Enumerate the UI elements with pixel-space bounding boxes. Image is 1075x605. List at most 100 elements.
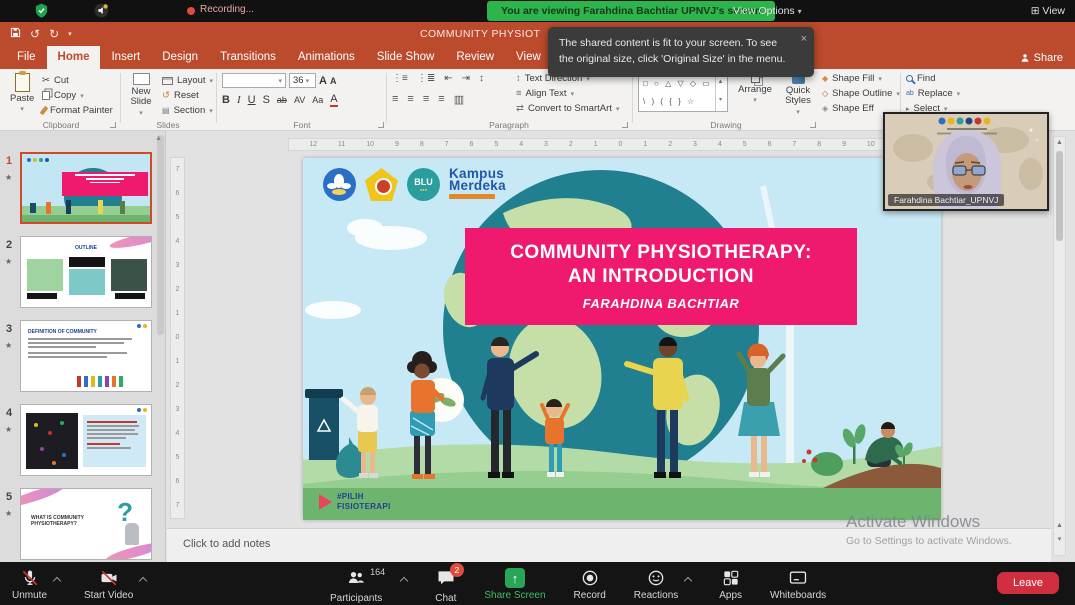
shapes-gallery-scroll[interactable]: ▲▾⊞ [715,73,727,112]
notes-pane[interactable]: Click to add notes [167,528,1051,562]
paragraph-dialog-launcher[interactable] [622,122,628,128]
align-center-button[interactable]: ≡ [407,93,413,106]
share-button[interactable]: Share [1020,46,1063,69]
copy-button[interactable]: Copy ▾ [42,88,113,103]
tab-slide-show[interactable]: Slide Show [366,46,446,69]
thumbnail-scrollbar[interactable] [157,135,164,335]
undo-icon[interactable]: ↺ [30,27,40,41]
change-case-button[interactable]: Aa [312,95,323,105]
section-button[interactable]: ▤Section ▾ [162,103,213,118]
reactions-button[interactable]: Reactions [634,568,678,601]
tab-transitions[interactable]: Transitions [209,46,287,69]
previous-slide-icon[interactable]: ▲ [1054,522,1065,529]
save-icon[interactable] [10,27,21,41]
align-text-button[interactable]: ≡Align Text ▾ [516,86,619,101]
slide-thumbnail-2[interactable]: OUTLINE [20,236,152,308]
slide-scrollbar[interactable]: ▲ ▲ ▾ [1053,136,1066,556]
new-slide-icon [133,73,150,85]
scroll-up-icon[interactable]: ▲ [1054,139,1065,146]
close-icon[interactable]: × [801,31,807,48]
blu-logo: BLU●●● [407,168,440,201]
kampus-merdeka-underline [449,194,495,199]
tab-file[interactable]: File [6,46,47,69]
shape-outline-button[interactable]: ◇Shape Outline ▾ [822,86,900,101]
slide-thumbnail-5[interactable]: WHAT IS COMMUNITY PHYSIOTHERAPY? ? [20,488,152,560]
justify-button[interactable]: ≡ [438,93,444,106]
qat-customize-icon[interactable]: ▾ [68,30,72,38]
record-button[interactable]: Record [574,568,606,604]
redo-icon[interactable]: ↻ [49,27,59,41]
bold-button[interactable]: B [222,94,230,106]
participants-button[interactable]: 164 Participants [330,568,382,604]
clipboard-dialog-launcher[interactable] [110,122,116,128]
find-button[interactable]: Find [906,71,960,86]
share-screen-button[interactable]: ↑ Share Screen [484,568,545,604]
align-left-button[interactable]: ≡ [392,93,398,106]
tab-design[interactable]: Design [151,46,209,69]
view-options-menu[interactable]: View Options ▾ [733,0,802,22]
tab-view[interactable]: View [505,46,552,69]
apps-button[interactable]: Apps [719,568,742,604]
reactions-options-chevron[interactable] [684,577,692,585]
character-spacing-button[interactable]: AV [294,95,305,105]
underline-button[interactable]: U [248,94,256,106]
font-size-input[interactable]: 36▾ [289,73,316,88]
participants-options-chevron[interactable] [400,577,408,585]
unmute-button[interactable]: Unmute [12,568,47,601]
slide-title-banner[interactable]: COMMUNITY PHYSIOTHERAPY: AN INTRODUCTION… [465,228,857,325]
tab-home[interactable]: Home [47,46,101,69]
arrange-button[interactable]: Arrange▾ [734,74,776,105]
layout-icon [162,77,173,85]
next-slide-icon[interactable]: ▾ [1054,535,1065,543]
convert-smartart-button[interactable]: ⇄Convert to SmartArt ▾ [516,101,619,116]
layout-button[interactable]: Layout ▾ [162,73,213,88]
quick-styles-button[interactable]: Quick Styles▾ [778,74,818,117]
font-dialog-launcher[interactable] [378,122,384,128]
reset-button[interactable]: ↺Reset [162,88,213,103]
font-color-button[interactable]: A [330,93,337,107]
chat-button[interactable]: 2 Chat [435,568,456,604]
format-painter-button[interactable]: Format Painter [42,103,113,118]
shape-fill-button[interactable]: ◆Shape Fill ▾ [822,71,900,86]
whiteboards-button[interactable]: Whiteboards [770,568,826,604]
view-button[interactable]: ⊞ View [1031,0,1065,22]
cut-button[interactable]: ✂Cut [42,73,113,88]
align-right-button[interactable]: ≡ [423,93,429,106]
drawing-dialog-launcher[interactable] [810,122,816,128]
scrollbar-thumb[interactable] [1056,151,1063,241]
replace-button[interactable]: abReplace ▾ [906,86,960,101]
tab-animations[interactable]: Animations [287,46,366,69]
increase-indent-button[interactable]: ⇥ [462,73,470,84]
grow-font-button[interactable]: A [319,75,327,87]
zoom-meeting-screen: Recording... You are viewing Farahdina B… [0,0,1075,605]
tab-review[interactable]: Review [445,46,505,69]
font-name-input[interactable]: ▾ [222,73,286,88]
new-slide-button[interactable]: New Slide▾ [124,73,158,118]
italic-button[interactable]: I [237,94,241,106]
start-video-button[interactable]: Start Video [84,568,133,601]
thumbnail-number: 1 [6,155,12,167]
strikethrough-button[interactable]: ab [277,95,287,105]
slide-thumbnail-1[interactable] [20,152,152,224]
text-shadow-button[interactable]: S [263,94,270,106]
participants-icon [346,568,366,588]
slide-thumbnail-4[interactable] [20,404,152,476]
presenter-webcam[interactable]: Farahdina Bachtiar_UPNVJ [883,112,1049,211]
encryption-shield-icon [34,3,49,23]
slide-canvas[interactable]: BLU●●● Kampus Merdeka COMMUNITY PHYSIOTH… [303,158,941,520]
line-spacing-button[interactable]: ↕ [479,73,484,84]
shapes-gallery[interactable]: □ ○ △ ▽ ◇ ▭ \ ) ( { } ☆ ▲▾⊞ [638,72,728,112]
leave-button[interactable]: Leave [997,572,1059,594]
bullets-button[interactable]: ⋮≡ [392,73,408,84]
audio-settings-icon[interactable] [94,3,109,23]
columns-button[interactable]: ▥ [454,93,464,106]
numbering-button[interactable]: ⋮≣ [417,73,435,84]
panel-scroll-up-icon[interactable]: ▲ [155,135,162,142]
video-options-chevron[interactable] [139,577,147,585]
unmute-options-chevron[interactable] [53,577,61,585]
slide-thumbnail-3[interactable]: DEFINITION OF COMMUNITY [20,320,152,392]
tab-insert[interactable]: Insert [100,46,151,69]
shrink-font-button[interactable]: A [330,76,337,86]
paste-button[interactable]: Paste▾ [10,73,34,114]
decrease-indent-button[interactable]: ⇤ [444,73,452,84]
